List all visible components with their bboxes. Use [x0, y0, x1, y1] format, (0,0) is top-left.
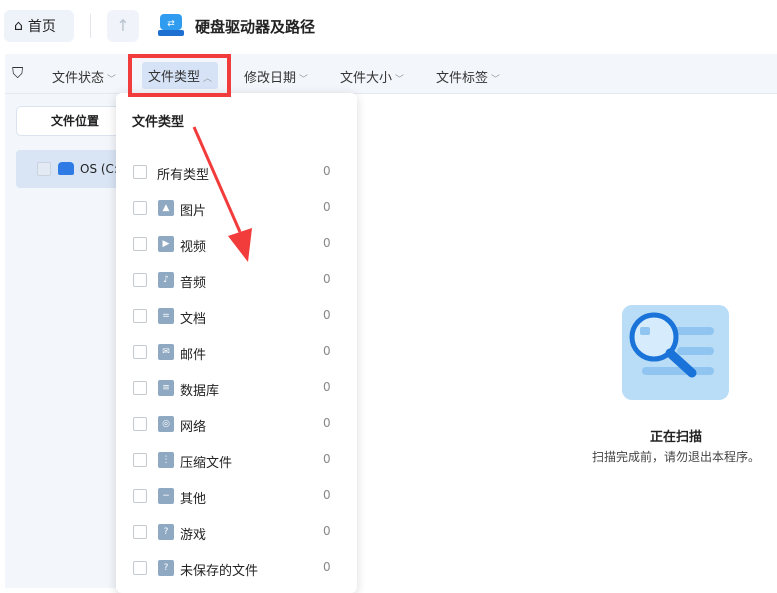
annotation-arrow: [192, 126, 252, 262]
scan-status-subtitle: 扫描完成前，请勿退出本程序。: [591, 450, 760, 464]
scanning-illustration: [622, 305, 729, 400]
scan-status-title: 正在扫描: [649, 430, 702, 445]
